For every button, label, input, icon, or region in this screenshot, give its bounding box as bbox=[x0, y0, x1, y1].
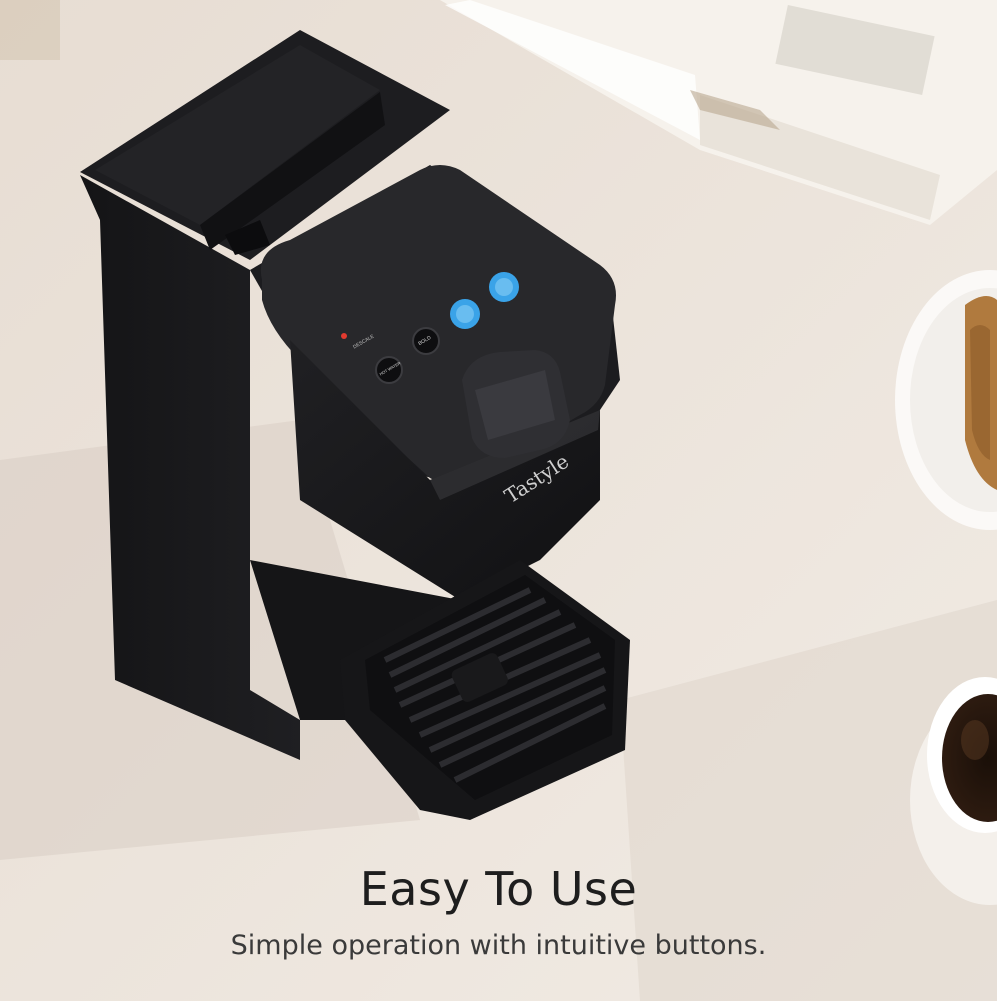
descale-indicator bbox=[341, 333, 347, 339]
subline: Simple operation with intuitive buttons. bbox=[230, 930, 767, 961]
scene-illustration bbox=[0, 0, 997, 1001]
product-scene: DESCALE BOLD HOT WATER Tastyle Easy To U… bbox=[0, 0, 997, 1001]
headline: Easy To Use bbox=[359, 862, 638, 916]
